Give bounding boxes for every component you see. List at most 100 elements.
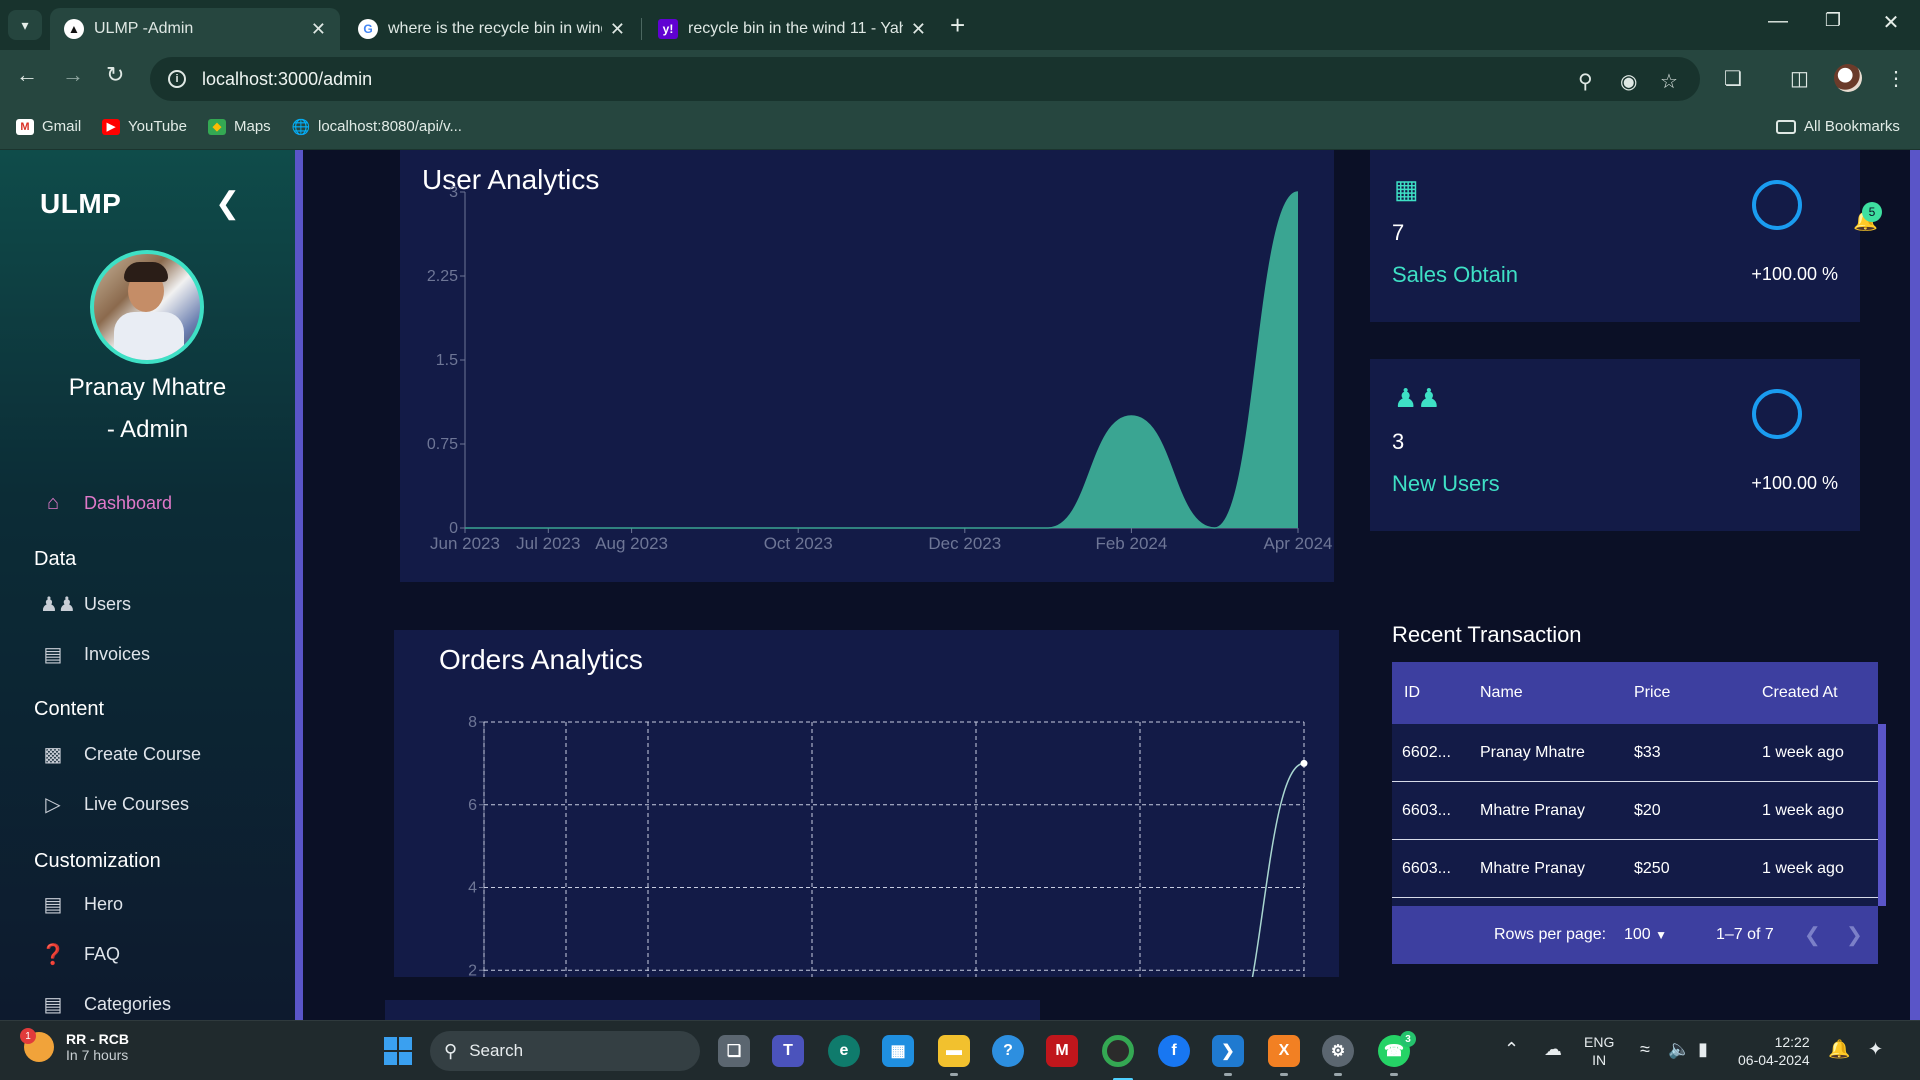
copilot-icon[interactable]: ✦ bbox=[1868, 1039, 1883, 1060]
sidebar-item-invoices[interactable]: ▤ Invoices bbox=[40, 642, 151, 667]
brand-logo-text[interactable]: ULMP bbox=[40, 188, 121, 220]
reload-icon[interactable]: ↻ bbox=[106, 62, 124, 88]
notification-count-badge: 5 bbox=[1862, 202, 1882, 222]
tab-title: ULMP -Admin bbox=[94, 20, 194, 37]
tab-ulmp-admin[interactable]: ▲ ULMP -Admin ✕ bbox=[50, 8, 340, 50]
close-tab-icon[interactable]: ✕ bbox=[911, 19, 926, 40]
triangle-favicon-icon: ▲ bbox=[64, 19, 84, 39]
tab-search-menu-button[interactable]: ▾ bbox=[8, 10, 42, 40]
all-bookmarks-button[interactable]: All Bookmarks bbox=[1776, 118, 1900, 135]
y-tick-label: 2 bbox=[468, 962, 477, 977]
sidebar-item-faq[interactable]: ❓ FAQ bbox=[40, 942, 120, 967]
show-hidden-icons-chevron-icon[interactable]: ⌃ bbox=[1504, 1039, 1519, 1060]
bottom-panel-partial bbox=[385, 1000, 1040, 1020]
extensions-icon[interactable]: ❏ bbox=[1724, 66, 1742, 91]
users-group-icon: ♟♟ bbox=[40, 594, 76, 616]
store-icon[interactable]: ▦ bbox=[882, 1035, 914, 1067]
search-icon: ⚲ bbox=[444, 1040, 458, 1061]
language-indicator[interactable]: ENG IN bbox=[1584, 1033, 1614, 1069]
bookmark-gmail[interactable]: M Gmail bbox=[16, 118, 81, 135]
stat-label: New Users bbox=[1392, 471, 1500, 496]
all-bookmarks-label: All Bookmarks bbox=[1804, 118, 1900, 135]
gmail-icon: M bbox=[16, 118, 34, 135]
table-header: ID Name Price Created At bbox=[1392, 662, 1878, 724]
table-row[interactable]: 6603... Mhatre Pranay $250 1 week ago bbox=[1392, 840, 1878, 898]
zoom-icon[interactable]: ⚲ bbox=[1578, 69, 1593, 94]
table-row[interactable]: 6603... Mhatre Pranay $20 1 week ago bbox=[1392, 782, 1878, 840]
previous-page-icon[interactable]: ❮ bbox=[1804, 923, 1821, 948]
y-tick-label: 0.75 bbox=[427, 436, 458, 453]
search-label: Search bbox=[469, 1041, 524, 1060]
whatsapp-icon[interactable]: ☎ 3 bbox=[1378, 1031, 1416, 1076]
forward-arrow-icon[interactable]: → bbox=[62, 62, 84, 88]
column-header-price[interactable]: Price bbox=[1634, 684, 1670, 702]
edge-icon[interactable]: e bbox=[828, 1035, 860, 1067]
sidebar-item-dashboard[interactable]: ⌂ Dashboard bbox=[40, 492, 172, 515]
weather-widget[interactable]: 1 RR - RCB In 7 hours bbox=[20, 1028, 129, 1063]
settings-gear-icon[interactable]: ⚙ bbox=[1322, 1035, 1354, 1076]
address-bar[interactable]: i localhost:3000/admin ⚲ ◉ ☆ bbox=[150, 57, 1700, 101]
restore-icon[interactable]: ❐ bbox=[1808, 10, 1858, 31]
windows-start-icon[interactable] bbox=[384, 1037, 412, 1065]
bookmark-localhost-api[interactable]: 🌐 localhost:8080/api/v... bbox=[292, 118, 462, 136]
y-tick-label: 3 bbox=[449, 184, 458, 201]
column-header-name[interactable]: Name bbox=[1480, 684, 1523, 702]
sidebar-item-live-courses[interactable]: ▷ Live Courses bbox=[40, 792, 189, 817]
rows-per-page-select[interactable]: 100 ▼ bbox=[1624, 926, 1667, 944]
page-scrollbar[interactable] bbox=[1910, 150, 1920, 1020]
eye-slash-icon[interactable]: ◉ bbox=[1620, 69, 1637, 94]
bookmark-maps[interactable]: ◆ Maps bbox=[208, 118, 271, 135]
stat-card-sales: ▦ 7 Sales Obtain +100.00 % bbox=[1370, 150, 1860, 322]
url-text[interactable]: localhost:3000/admin bbox=[202, 69, 372, 90]
xampp-icon[interactable]: X bbox=[1268, 1035, 1300, 1076]
sidebar-item-label: Live Courses bbox=[84, 794, 190, 814]
bookmarks-bar: M Gmail ▶ YouTube ◆ Maps 🌐 localhost:808… bbox=[0, 108, 1920, 150]
collapse-sidebar-chevron-icon[interactable]: ❮ bbox=[215, 186, 240, 221]
dropdown-arrow-icon: ▼ bbox=[1655, 928, 1668, 942]
next-page-icon[interactable]: ❯ bbox=[1846, 923, 1863, 948]
taskbar-search[interactable]: ⚲ Search bbox=[430, 1031, 700, 1071]
close-window-icon[interactable]: ✕ bbox=[1866, 10, 1916, 35]
task-view-icon[interactable]: ❏ bbox=[718, 1035, 750, 1067]
mcafee-icon[interactable]: M bbox=[1046, 1035, 1078, 1067]
sidebar-item-users[interactable]: ♟♟ Users bbox=[40, 592, 131, 617]
table-scrollbar[interactable] bbox=[1878, 724, 1886, 906]
minimize-icon[interactable]: — bbox=[1753, 10, 1803, 33]
tab-recycle-bin-google[interactable]: G where is the recycle bin in wind ✕ bbox=[344, 8, 639, 50]
stat-change: +100.00 % bbox=[1751, 473, 1838, 493]
sidebar-item-label: Categories bbox=[84, 994, 172, 1014]
bookmark-youtube[interactable]: ▶ YouTube bbox=[102, 118, 187, 135]
file-explorer-icon[interactable]: ▬ bbox=[938, 1035, 970, 1076]
series-line bbox=[1251, 762, 1305, 977]
table-row[interactable]: 6602... Pranay Mhatre $33 1 week ago bbox=[1392, 724, 1878, 782]
profile-avatar[interactable] bbox=[1834, 64, 1862, 92]
tab-recycle-bin-yahoo[interactable]: y! recycle bin in the wind 11 - Yah ✕ bbox=[644, 8, 940, 50]
new-tab-button[interactable]: + bbox=[950, 10, 965, 41]
close-tab-icon[interactable]: ✕ bbox=[610, 19, 625, 40]
sidebar-item-create-course[interactable]: ▩ Create Course bbox=[40, 742, 202, 767]
cell-price: $250 bbox=[1634, 859, 1670, 877]
chrome-icon[interactable] bbox=[1102, 1035, 1134, 1080]
vscode-icon[interactable]: ❯ bbox=[1212, 1035, 1244, 1076]
clock[interactable]: 12:22 06-04-2024 bbox=[1738, 1033, 1810, 1069]
bookmark-star-icon[interactable]: ☆ bbox=[1660, 69, 1678, 94]
teams-icon[interactable]: T bbox=[772, 1035, 804, 1067]
help-icon[interactable]: ? bbox=[992, 1035, 1024, 1067]
sidebar-item-categories[interactable]: ▤ Categories bbox=[40, 992, 172, 1017]
close-tab-icon[interactable]: ✕ bbox=[311, 19, 326, 40]
side-panel-icon[interactable]: ◫ bbox=[1790, 66, 1809, 91]
kebab-menu-icon[interactable]: ⋮ bbox=[1886, 66, 1906, 91]
column-header-id[interactable]: ID bbox=[1404, 684, 1420, 702]
user-analytics-chart: 00.751.52.253Jun 2023 Jul 2023 Aug 2023 Oct… bbox=[427, 184, 1333, 553]
wifi-icon[interactable]: ≈ bbox=[1640, 1039, 1650, 1060]
volume-icon[interactable]: 🔈 bbox=[1668, 1039, 1690, 1060]
sidebar-item-hero[interactable]: ▤ Hero bbox=[40, 892, 123, 917]
battery-icon[interactable]: ▮ bbox=[1698, 1039, 1708, 1060]
facebook-icon[interactable]: f bbox=[1158, 1035, 1190, 1067]
notifications-bell-icon[interactable]: 🔔 bbox=[1828, 1039, 1850, 1060]
column-header-created-at[interactable]: Created At bbox=[1762, 684, 1838, 702]
site-info-icon[interactable]: i bbox=[168, 70, 186, 88]
back-arrow-icon[interactable]: ← bbox=[16, 62, 38, 88]
cell-created-at: 1 week ago bbox=[1762, 743, 1844, 761]
onedrive-icon[interactable]: ☁ bbox=[1544, 1039, 1562, 1060]
